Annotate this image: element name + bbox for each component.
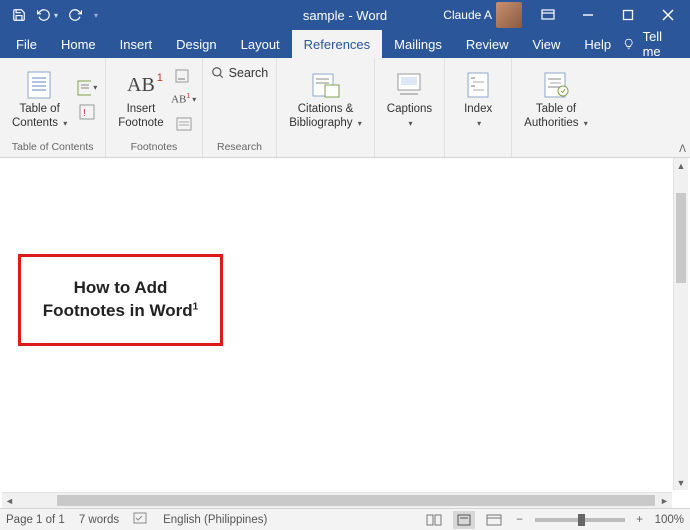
minimize-button[interactable] bbox=[568, 0, 608, 30]
avatar[interactable] bbox=[496, 2, 522, 28]
maximize-button[interactable] bbox=[608, 0, 648, 30]
redo-button[interactable] bbox=[64, 4, 86, 26]
tab-design[interactable]: Design bbox=[164, 30, 228, 58]
vscroll-thumb[interactable] bbox=[676, 193, 686, 283]
page[interactable]: How to Add Footnotes in Word1 bbox=[8, 158, 670, 490]
tab-home[interactable]: Home bbox=[49, 30, 108, 58]
tab-layout[interactable]: Layout bbox=[229, 30, 292, 58]
svg-text:!: ! bbox=[83, 108, 86, 119]
vertical-scrollbar[interactable]: ▲ ▼ bbox=[673, 158, 688, 490]
user-name[interactable]: Claude A bbox=[443, 8, 492, 22]
save-button[interactable] bbox=[8, 4, 30, 26]
update-table-button[interactable]: ! bbox=[77, 102, 97, 122]
tell-me[interactable]: Tell me bbox=[643, 29, 672, 59]
language-indicator[interactable]: English (Philippines) bbox=[163, 514, 267, 526]
group-label-toc: Table of Contents bbox=[0, 141, 105, 157]
tab-insert[interactable]: Insert bbox=[108, 30, 165, 58]
collapse-ribbon-button[interactable]: ᐱ bbox=[679, 144, 686, 155]
group-captions: Captions▾ bbox=[375, 58, 445, 157]
tab-help[interactable]: Help bbox=[572, 30, 623, 58]
scroll-right-button[interactable]: ► bbox=[657, 496, 672, 506]
group-label-research: Research bbox=[203, 141, 277, 157]
scroll-up-button[interactable]: ▲ bbox=[674, 158, 688, 173]
captions-icon bbox=[393, 69, 425, 101]
zoom-level[interactable]: 100% bbox=[655, 514, 684, 526]
insert-footnote-button[interactable]: AB1 Insert Footnote bbox=[114, 67, 167, 131]
footnote-icon: AB1 bbox=[125, 69, 157, 101]
read-mode-button[interactable] bbox=[423, 511, 445, 529]
close-button[interactable] bbox=[648, 0, 688, 30]
document-heading[interactable]: How to Add Footnotes in Word1 bbox=[43, 277, 198, 323]
tab-view[interactable]: View bbox=[520, 30, 572, 58]
group-research: Search Research bbox=[203, 58, 278, 157]
group-citations: Citations & Bibliography ▾ bbox=[277, 58, 375, 157]
titlebar-right: Claude A bbox=[443, 0, 690, 30]
add-text-button[interactable]: ▾ bbox=[77, 78, 97, 98]
horizontal-scrollbar[interactable]: ◄ ► bbox=[2, 492, 672, 508]
titlebar: ▾ ▾ sample - Word Claude A bbox=[0, 0, 690, 30]
group-authorities: Table of Authorities ▾ bbox=[512, 58, 600, 157]
web-layout-button[interactable] bbox=[483, 511, 505, 529]
qat-customize[interactable]: ▾ bbox=[92, 11, 100, 20]
spellcheck-icon[interactable] bbox=[133, 511, 149, 528]
citations-icon bbox=[310, 69, 342, 101]
smart-lookup-button[interactable]: Search bbox=[211, 66, 269, 80]
ribbon-tabs: File Home Insert Design Layout Reference… bbox=[0, 30, 690, 58]
status-bar: Page 1 of 1 7 words English (Philippines… bbox=[0, 508, 690, 530]
scroll-down-button[interactable]: ▼ bbox=[674, 475, 688, 490]
quick-access-toolbar: ▾ ▾ bbox=[0, 4, 100, 26]
index-icon bbox=[462, 69, 494, 101]
undo-button[interactable]: ▾ bbox=[36, 4, 58, 26]
ribbon-display-options[interactable] bbox=[528, 0, 568, 30]
insert-endnote-button[interactable] bbox=[174, 66, 194, 86]
document-area[interactable]: How to Add Footnotes in Word1 bbox=[0, 158, 690, 508]
scroll-left-button[interactable]: ◄ bbox=[2, 496, 17, 506]
captions-button[interactable]: Captions▾ bbox=[383, 67, 436, 131]
tab-references[interactable]: References bbox=[292, 30, 382, 58]
print-layout-button[interactable] bbox=[453, 511, 475, 529]
tab-mailings[interactable]: Mailings bbox=[382, 30, 454, 58]
highlight-box: How to Add Footnotes in Word1 bbox=[18, 254, 223, 346]
citations-bibliography-button[interactable]: Citations & Bibliography ▾ bbox=[285, 67, 366, 131]
show-notes-button[interactable] bbox=[174, 114, 194, 134]
search-icon bbox=[211, 66, 225, 80]
toc-icon bbox=[24, 69, 56, 101]
group-footnotes: AB1 Insert Footnote AB1▾ Footnotes bbox=[106, 58, 202, 157]
tab-file[interactable]: File bbox=[4, 30, 49, 58]
tab-review[interactable]: Review bbox=[454, 30, 521, 58]
index-button[interactable]: Index▾ bbox=[453, 67, 503, 131]
table-of-authorities-button[interactable]: Table of Authorities ▾ bbox=[520, 67, 592, 131]
group-label-footnotes: Footnotes bbox=[106, 141, 201, 157]
group-index: Index▾ bbox=[445, 58, 512, 157]
authorities-icon bbox=[540, 69, 572, 101]
zoom-in-button[interactable]: + bbox=[633, 514, 647, 526]
zoom-slider[interactable] bbox=[535, 518, 625, 522]
lightbulb-icon bbox=[623, 36, 634, 52]
page-indicator[interactable]: Page 1 of 1 bbox=[6, 514, 65, 526]
ribbon: Table of Contents ▾ ▾ ! Table of Content… bbox=[0, 58, 690, 158]
window-title: sample - Word bbox=[303, 8, 387, 23]
hscroll-thumb[interactable] bbox=[57, 495, 655, 506]
table-of-contents-button[interactable]: Table of Contents ▾ bbox=[8, 67, 71, 131]
group-table-of-contents: Table of Contents ▾ ▾ ! Table of Content… bbox=[0, 58, 106, 157]
next-footnote-button[interactable]: AB1▾ bbox=[174, 90, 194, 110]
word-count[interactable]: 7 words bbox=[79, 514, 119, 526]
zoom-out-button[interactable]: − bbox=[513, 514, 527, 526]
